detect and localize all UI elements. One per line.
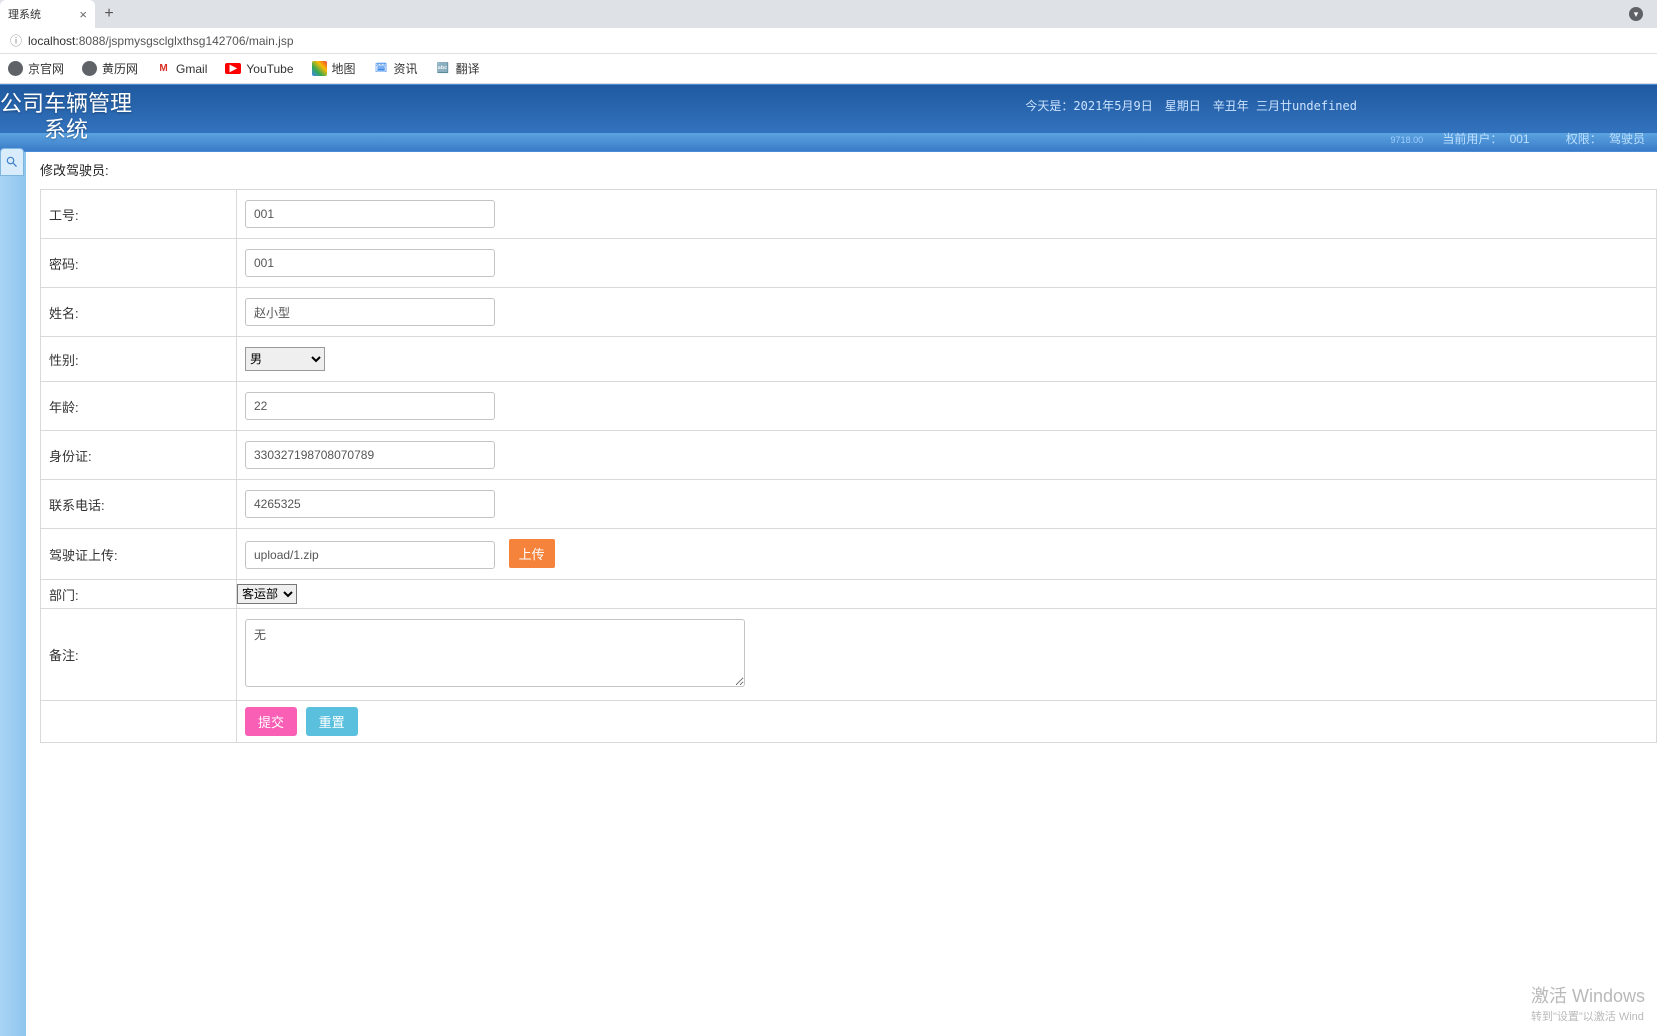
row-buttons: 提交 重置: [41, 701, 1657, 743]
bookmark-item[interactable]: 🔤 翻译: [436, 60, 480, 77]
label-beizhu: 备注:: [41, 609, 237, 701]
perm-value: 驾驶员: [1609, 132, 1645, 146]
sidebar: [0, 152, 26, 1036]
search-icon: [5, 155, 19, 169]
bookmark-item[interactable]: 🗓 资讯: [374, 60, 418, 77]
url-host: localhost: [28, 34, 75, 48]
bookmark-item[interactable]: 京官网: [8, 60, 64, 77]
app-title-line1: 公司车辆管理: [0, 91, 132, 117]
user-label: 当前用户：: [1442, 132, 1502, 146]
gmail-icon: M: [156, 61, 171, 76]
browser-tab[interactable]: 理系统 ×: [0, 0, 95, 28]
sidebar-toggle[interactable]: [0, 148, 24, 176]
perm-label: 权限：: [1566, 132, 1602, 146]
label-empty: [41, 701, 237, 743]
bookmark-item[interactable]: 黄历网: [82, 60, 138, 77]
form-title: 修改驾驶员:: [40, 160, 1657, 179]
input-gonghao[interactable]: [245, 200, 495, 228]
label-nianling: 年龄:: [41, 382, 237, 431]
close-icon[interactable]: ×: [79, 7, 87, 22]
select-xingbie[interactable]: 男: [245, 347, 325, 371]
tab-title: 理系统: [8, 6, 41, 22]
tab-bar: 理系统 × + ▾: [0, 0, 1657, 28]
bookmark-label: 地图: [332, 60, 356, 77]
bookmark-label: Gmail: [176, 62, 207, 76]
row-bumen: 部门: 客运部: [41, 580, 1657, 609]
url-path: :8088/jspmysgsclglxthsg142706/main.jsp: [75, 34, 293, 48]
globe-icon: [82, 61, 97, 76]
submit-button[interactable]: 提交: [245, 707, 297, 736]
map-icon: [312, 61, 327, 76]
label-lianxidianhua: 联系电话:: [41, 480, 237, 529]
bookmarks-bar: 京官网 黄历网 M Gmail ▶ YouTube 地图 🗓 资讯 🔤 翻译: [0, 54, 1657, 84]
input-xingming[interactable]: [245, 298, 495, 326]
row-jiashizheng: 驾驶证上传: 上传: [41, 529, 1657, 580]
app-body: 修改驾驶员: 工号: 密码: 姓名: 性别: 男 年龄:: [0, 152, 1657, 1036]
row-gonghao: 工号:: [41, 190, 1657, 239]
bookmark-label: 京官网: [28, 60, 64, 77]
label-jiashizheng: 驾驶证上传:: [41, 529, 237, 580]
textarea-beizhu[interactable]: 无: [245, 619, 745, 687]
translate-icon: 🔤: [436, 61, 451, 76]
label-xingbie: 性别:: [41, 337, 237, 382]
row-nianling: 年龄:: [41, 382, 1657, 431]
row-xingming: 姓名:: [41, 288, 1657, 337]
bookmark-item[interactable]: ▶ YouTube: [225, 62, 293, 76]
header-user-info: 9718.00 当前用户： 001 权限： 驾驶员: [1391, 130, 1645, 147]
label-bumen: 部门:: [41, 580, 237, 609]
row-xingbie: 性别: 男: [41, 337, 1657, 382]
chevron-down-icon: ▾: [1629, 7, 1643, 21]
header-tiny-text: 9718.00: [1391, 135, 1424, 145]
select-bumen[interactable]: 客运部: [237, 584, 297, 604]
row-lianxidianhua: 联系电话:: [41, 480, 1657, 529]
bookmark-label: 翻译: [456, 60, 480, 77]
browser-chrome: 理系统 × + ▾ ⓘ localhost:8088/jspmysgsclglx…: [0, 0, 1657, 84]
input-nianling[interactable]: [245, 392, 495, 420]
label-shenfenzheng: 身份证:: [41, 431, 237, 480]
youtube-icon: ▶: [225, 63, 241, 74]
main-content: 修改驾驶员: 工号: 密码: 姓名: 性别: 男 年龄:: [26, 152, 1657, 1036]
new-tab-button[interactable]: +: [95, 0, 123, 28]
input-jiashizheng[interactable]: [245, 541, 495, 569]
app-title: 公司车辆管理 系统: [0, 91, 132, 144]
label-mima: 密码:: [41, 239, 237, 288]
input-lianxidianhua[interactable]: [245, 490, 495, 518]
globe-icon: [8, 61, 23, 76]
header-date: 今天是：2021年5月9日 星期日 辛丑年 三月廿undefined: [1025, 97, 1357, 114]
bookmark-label: YouTube: [246, 62, 293, 76]
bookmark-item[interactable]: 地图: [312, 60, 356, 77]
bookmark-item[interactable]: M Gmail: [156, 61, 207, 76]
app-header: 公司车辆管理 系统 今天是：2021年5月9日 星期日 辛丑年 三月廿undef…: [0, 84, 1657, 152]
address-bar[interactable]: ⓘ localhost:8088/jspmysgsclglxthsg142706…: [0, 28, 1657, 54]
bookmark-label: 资讯: [394, 60, 418, 77]
row-mima: 密码:: [41, 239, 1657, 288]
news-icon: 🗓: [374, 61, 389, 76]
user-value: 001: [1510, 132, 1530, 146]
info-icon: ⓘ: [10, 32, 22, 49]
input-shenfenzheng[interactable]: [245, 441, 495, 469]
chrome-menu[interactable]: ▾: [1629, 7, 1643, 21]
row-shenfenzheng: 身份证:: [41, 431, 1657, 480]
label-gonghao: 工号:: [41, 190, 237, 239]
label-xingming: 姓名:: [41, 288, 237, 337]
upload-button[interactable]: 上传: [509, 539, 555, 568]
row-beizhu: 备注: 无: [41, 609, 1657, 701]
input-mima[interactable]: [245, 249, 495, 277]
app-title-line2: 系统: [0, 117, 132, 143]
form-table: 工号: 密码: 姓名: 性别: 男 年龄: 身份证:: [40, 189, 1657, 743]
bookmark-label: 黄历网: [102, 60, 138, 77]
reset-button[interactable]: 重置: [306, 707, 358, 736]
